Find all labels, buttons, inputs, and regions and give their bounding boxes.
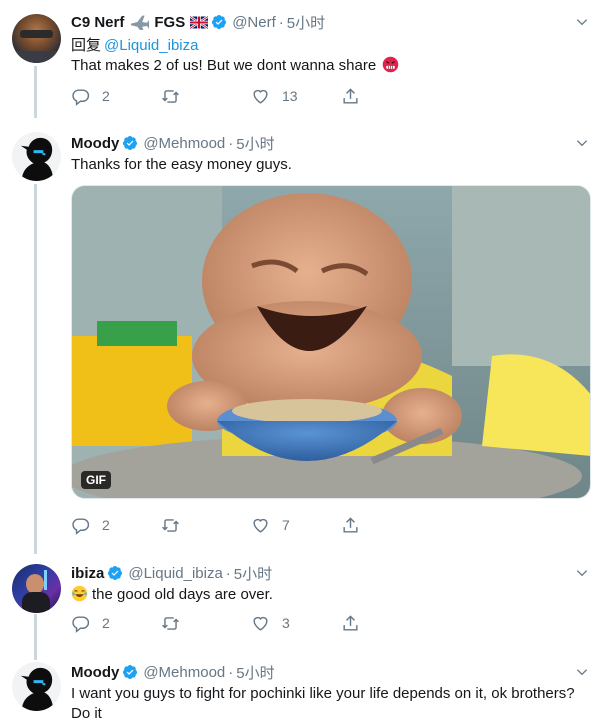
display-name-suffix: FGS <box>154 13 186 31</box>
airplane-icon <box>131 15 150 30</box>
display-name[interactable]: Moody <box>71 135 119 152</box>
heart-icon <box>251 516 270 535</box>
display-name[interactable]: Moody <box>71 664 119 681</box>
share-icon <box>341 614 360 633</box>
display-name[interactable]: ibiza <box>71 565 104 582</box>
tweet-text-content: the good old days are over. <box>92 586 273 603</box>
gif-media[interactable]: GIF <box>71 185 591 499</box>
gif-frame-image <box>72 186 590 498</box>
avatar[interactable] <box>12 564 61 613</box>
avatar-silhouette <box>20 137 54 181</box>
timestamp[interactable]: 5小时 <box>234 563 272 584</box>
tweet-text-content: That makes 2 of us! But we dont wanna sh… <box>71 57 377 74</box>
retweet-button[interactable] <box>161 515 251 535</box>
reply-count: 2 <box>102 517 110 533</box>
reply-button[interactable]: 2 <box>71 515 161 535</box>
mention-link[interactable]: @Liquid_ibiza <box>104 37 198 54</box>
timestamp[interactable]: 5小时 <box>236 133 274 154</box>
tweet-actions: 2 7 <box>71 515 431 535</box>
reply-button[interactable]: 2 <box>71 613 161 633</box>
retweet-icon <box>161 516 180 535</box>
display-name[interactable]: C9 Nerf <box>71 14 124 31</box>
like-button[interactable]: 7 <box>251 515 341 535</box>
verified-badge-icon <box>122 664 138 680</box>
avatar[interactable] <box>12 14 61 63</box>
retweet-icon <box>161 87 180 106</box>
share-icon <box>341 516 360 535</box>
handle[interactable]: @Mehmood <box>143 135 225 152</box>
tweet-header: Moody @Mehmood · 5小时 <box>71 133 589 153</box>
tears-of-joy-emoji-icon <box>71 585 88 602</box>
avatar[interactable] <box>12 662 61 711</box>
reply-count: 2 <box>102 88 110 104</box>
tweet-header: Moody @Mehmood · 5小时 <box>71 662 589 682</box>
tweet-actions: 2 13 <box>71 86 431 106</box>
tweet-text: the good old days are over. <box>71 585 589 605</box>
timestamp[interactable]: 5小时 <box>287 12 325 33</box>
separator-dot: · <box>225 564 231 582</box>
like-count: 7 <box>282 517 290 533</box>
like-button[interactable]: 13 <box>251 86 341 106</box>
separator-dot: · <box>278 13 284 31</box>
tweet-header: C9 Nerf FGS @Nerf · 5小时 <box>71 12 589 32</box>
handle[interactable]: @Liquid_ibiza <box>128 565 222 582</box>
share-button[interactable] <box>341 613 431 633</box>
verified-badge-icon <box>211 14 227 30</box>
retweet-button[interactable] <box>161 613 251 633</box>
avatar[interactable] <box>12 132 61 181</box>
gif-badge: GIF <box>81 471 111 489</box>
tweet[interactable]: ibiza @Liquid_ibiza · 5小时 the good old d… <box>0 550 601 650</box>
tweet-text: Thanks for the easy money guys. <box>71 156 292 173</box>
reply-icon <box>71 516 90 535</box>
share-button[interactable] <box>341 86 431 106</box>
verified-badge-icon <box>107 565 123 581</box>
reply-button[interactable]: 2 <box>71 86 161 106</box>
heart-icon <box>251 614 270 633</box>
reply-icon <box>71 87 90 106</box>
tweet[interactable]: Moody @Mehmood · 5小时 I want you guys to … <box>0 650 601 728</box>
verified-badge-icon <box>122 135 138 151</box>
reply-count: 2 <box>102 615 110 631</box>
like-count: 3 <box>282 615 290 631</box>
replying-label: 回复 <box>71 37 102 54</box>
chevron-down-icon[interactable] <box>575 665 589 679</box>
retweet-button[interactable] <box>161 86 251 106</box>
avatar-silhouette <box>20 667 54 711</box>
tweet[interactable]: C9 Nerf FGS @Nerf · 5小时 回复 @Liquid_ibiza … <box>0 0 601 120</box>
handle[interactable]: @Nerf <box>232 14 276 31</box>
angry-face-emoji-icon <box>383 56 399 73</box>
chevron-down-icon[interactable] <box>575 136 589 150</box>
share-icon <box>341 87 360 106</box>
chevron-down-icon[interactable] <box>575 15 589 29</box>
separator-dot: · <box>228 663 234 681</box>
share-button[interactable] <box>341 515 431 535</box>
tweet-text: I want you guys to fight for pochinki li… <box>71 685 575 722</box>
tweet-actions: 2 3 <box>71 613 431 633</box>
separator-dot: · <box>228 134 234 152</box>
tweet-text: That makes 2 of us! But we dont wanna sh… <box>71 56 589 76</box>
like-count: 13 <box>282 88 298 104</box>
timestamp[interactable]: 5小时 <box>236 662 274 683</box>
tweet-header: ibiza @Liquid_ibiza · 5小时 <box>71 563 589 583</box>
chevron-down-icon[interactable] <box>575 566 589 580</box>
retweet-icon <box>161 614 180 633</box>
reply-icon <box>71 614 90 633</box>
uk-flag-icon <box>190 15 209 29</box>
heart-icon <box>251 87 270 106</box>
replying-to: 回复 @Liquid_ibiza <box>71 34 589 54</box>
handle[interactable]: @Mehmood <box>143 664 225 681</box>
like-button[interactable]: 3 <box>251 613 341 633</box>
